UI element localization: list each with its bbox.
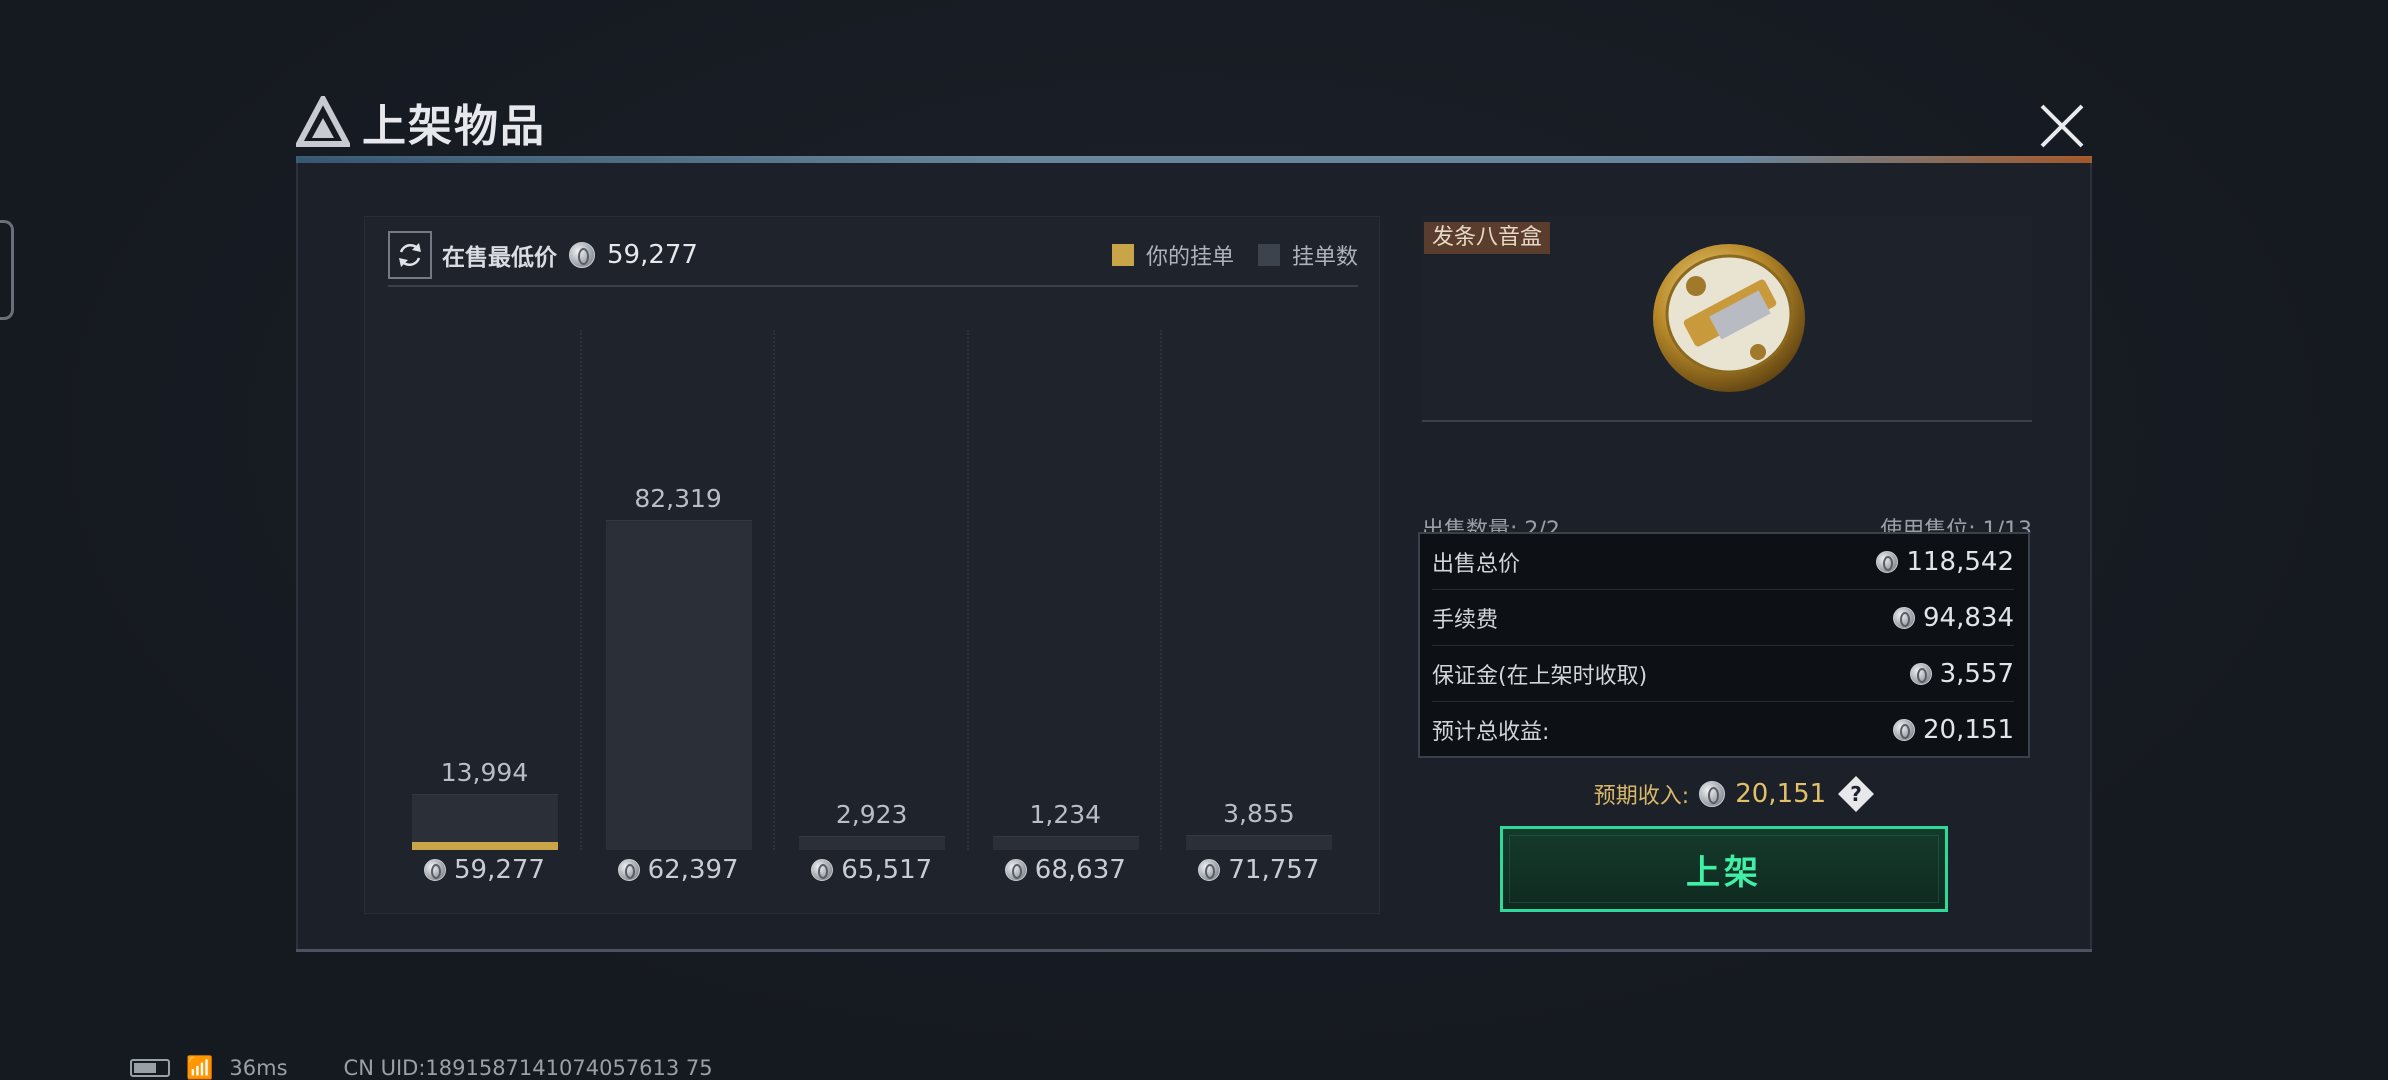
expected-income-value: 20,151 <box>1735 779 1827 809</box>
uid-text: CN UID:1891587141074057613 75 <box>343 1056 713 1080</box>
coin-icon <box>811 859 834 881</box>
status-bar: 📶 36ms CN UID:1891587141074057613 75 <box>130 1052 713 1080</box>
triangle-logo-icon <box>296 96 350 147</box>
wifi-icon: 📶 <box>186 1055 214 1080</box>
price-tick-label: 68,637 <box>969 855 1162 885</box>
music-box-item-image <box>1653 244 1805 392</box>
bar <box>799 836 946 850</box>
bar <box>605 520 752 850</box>
bar-column: 2,923 <box>773 300 968 850</box>
your-listing-bar <box>412 842 558 850</box>
coin-icon <box>1198 859 1221 881</box>
price-tick-label: 65,517 <box>775 855 968 885</box>
price-tick-text: 65,517 <box>841 855 933 885</box>
price-tick-label: 71,757 <box>1162 855 1355 885</box>
list-item-button[interactable]: 上架 <box>1500 826 1948 912</box>
bar-column: 1,234 <box>966 300 1162 850</box>
lowest-price-value: 59,277 <box>607 240 698 270</box>
coin-icon <box>569 242 595 268</box>
refresh-icon <box>399 243 421 267</box>
legend-swatch-count <box>1257 244 1280 266</box>
price-tick-text: 59,277 <box>454 855 545 885</box>
summary-value: 118,542 <box>1906 546 2014 577</box>
price-axis: 59,277 62,397 65,517 68,637 71,757 <box>388 855 1358 891</box>
summary-row-total: 出售总价 118,542 <box>1432 534 2014 590</box>
price-tick-text: 62,397 <box>647 855 739 885</box>
help-icon[interactable]: ? <box>1836 774 1876 814</box>
coin-icon <box>1004 859 1027 881</box>
bar-value-label: 82,319 <box>634 484 722 513</box>
bar-value-label: 3,855 <box>1223 799 1295 828</box>
coin-icon <box>1876 550 1899 573</box>
bar <box>1186 835 1333 850</box>
summary-row-deposit: 保证金(在上架时收取) 3,557 <box>1432 646 2014 702</box>
bar-column: 13,994 <box>388 300 581 850</box>
bar-column: 3,855 <box>1160 300 1355 850</box>
price-tick-text: 68,637 <box>1034 855 1126 885</box>
price-tick-text: 71,757 <box>1228 855 1320 885</box>
coin-icon <box>1893 606 1916 629</box>
lowest-price-label: 在售最低价 <box>442 245 557 271</box>
legend-label-count: 挂单数 <box>1291 245 1358 270</box>
modal-top-accent <box>296 156 2092 163</box>
bar-value-label: 13,994 <box>440 758 529 787</box>
legend-swatch-yours <box>1111 244 1134 266</box>
battery-icon <box>130 1059 170 1077</box>
coin-icon <box>1699 781 1726 807</box>
summary-value: 20,151 <box>1923 715 2014 745</box>
bar-value-label: 2,923 <box>835 800 908 829</box>
chart-header: 在售最低价 59,277 你的挂单 挂单数 <box>388 230 1358 280</box>
ping-text: 36ms <box>229 1056 288 1080</box>
modal-header: 上架物品 <box>296 92 546 152</box>
expected-income: 预期收入: 20,151 ? <box>1500 774 1970 814</box>
bars-area: 13,994 82,319 2,923 1,234 3,855 <box>388 300 1358 850</box>
side-tab-icon <box>0 220 14 320</box>
legend-label-yours: 你的挂单 <box>1145 245 1234 270</box>
summary-label: 出售总价 <box>1432 551 1521 577</box>
coin-icon <box>1893 719 1916 741</box>
expected-income-label: 预期收入: <box>1593 784 1690 809</box>
chart-header-divider <box>388 285 1358 287</box>
bar-value-label: 1,234 <box>1029 800 1102 829</box>
svg-text:?: ? <box>1850 782 1862 806</box>
summary-label: 手续费 <box>1432 607 1499 633</box>
summary-row-fee: 手续费 94,834 <box>1432 590 2014 646</box>
summary-label: 保证金(在上架时收取) <box>1432 663 1648 689</box>
price-summary-tooltip: 出售总价 118,542 手续费 94,834 保证金(在上架时收取) 3,55… <box>1418 532 2030 758</box>
coin-icon <box>1909 662 1932 685</box>
bar <box>992 836 1139 850</box>
bar-column: 82,319 <box>579 300 775 850</box>
summary-label: 预计总收益: <box>1432 720 1550 745</box>
list-button-label: 上架 <box>1686 852 1762 893</box>
price-tick-label: 62,397 <box>582 855 775 885</box>
item-name: 发条八音盒 <box>1424 222 1551 254</box>
coin-icon <box>424 859 446 881</box>
summary-value: 94,834 <box>1923 602 2014 633</box>
close-icon[interactable] <box>2036 100 2088 152</box>
modal-title: 上架物品 <box>362 101 546 152</box>
price-tick-label: 59,277 <box>388 855 581 885</box>
modal-bottom-line <box>296 949 2092 952</box>
chart-legend: 你的挂单 挂单数 <box>1111 239 1358 271</box>
summary-value: 3,557 <box>1939 658 2014 689</box>
refresh-button[interactable] <box>388 231 432 279</box>
coin-icon <box>617 859 640 881</box>
summary-row-profit: 预计总收益: 20,151 <box>1432 702 2014 758</box>
